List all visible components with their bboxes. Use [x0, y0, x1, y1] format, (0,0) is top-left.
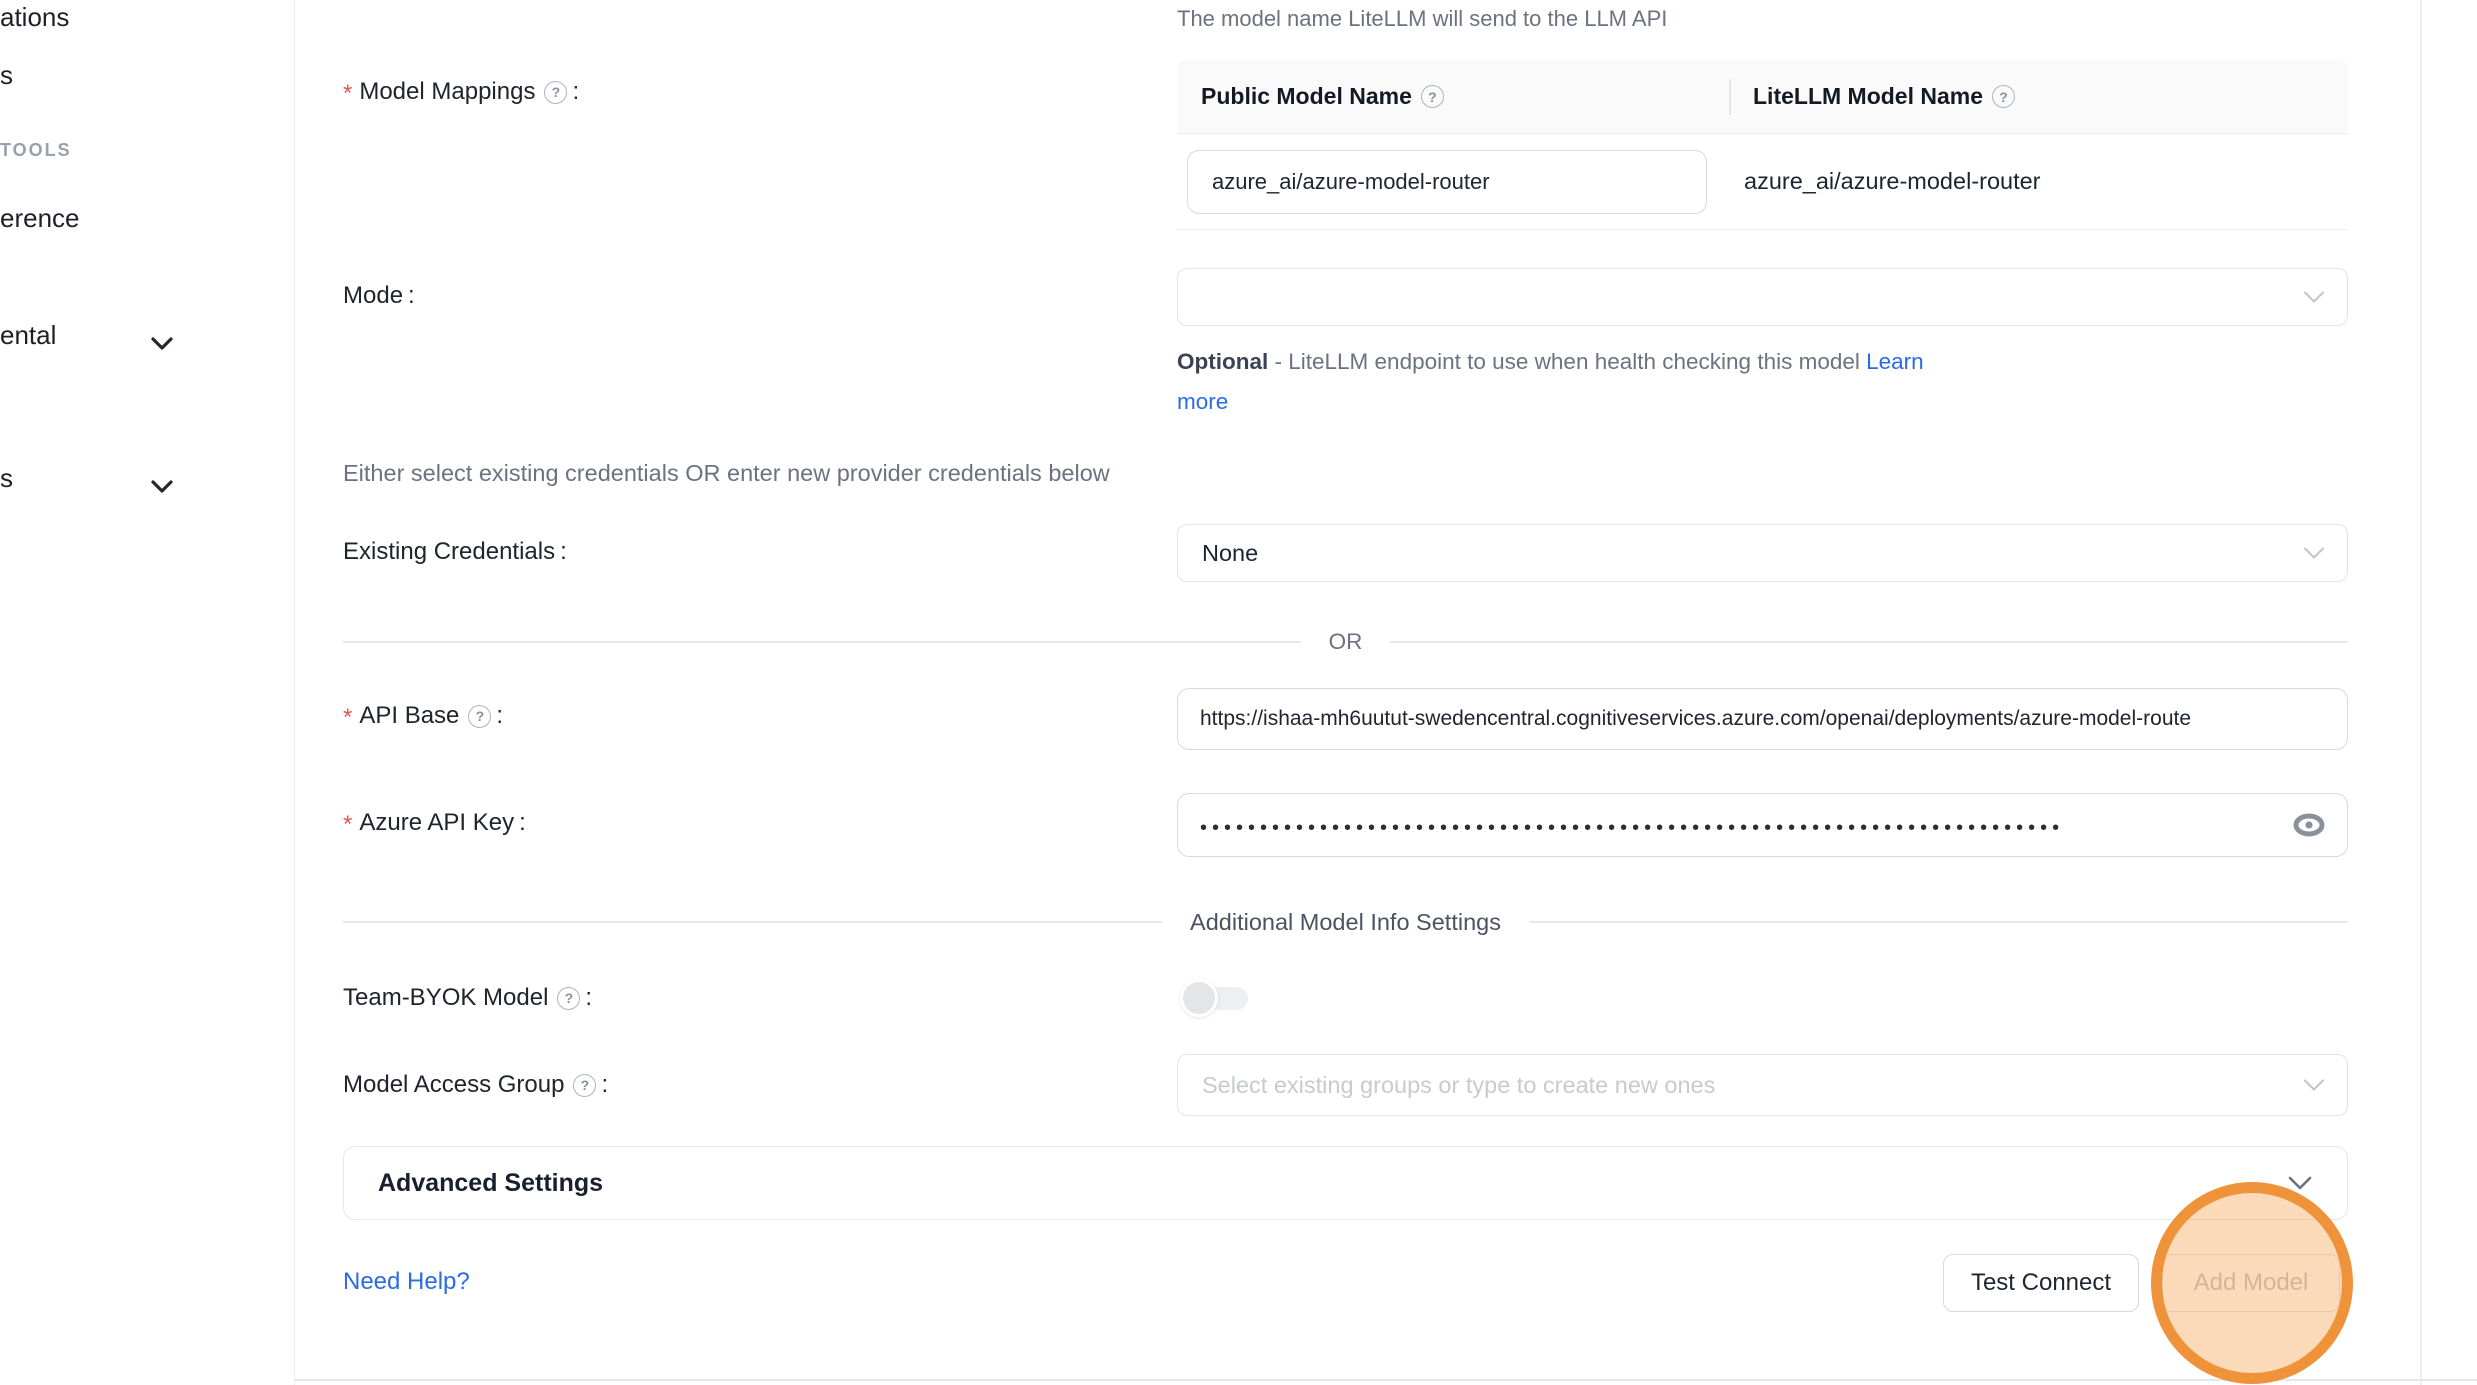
or-divider: OR [343, 622, 2348, 662]
litellm-model-name-header: LiteLLM Model Name ? [1729, 60, 2348, 133]
help-circle-icon[interactable]: ? [573, 1074, 596, 1097]
sidebar-item-4[interactable]: ental [0, 320, 56, 351]
panel-bottom-border [295, 1379, 2477, 1381]
public-model-name-header: Public Model Name ? [1177, 60, 1729, 133]
model-access-group-label: Model Access Group ? : [343, 1071, 608, 1099]
sidebar: ations s TOOLS erence ental s [0, 0, 295, 1385]
sidebar-item-label: ations [0, 2, 69, 32]
advanced-settings-panel[interactable]: Advanced Settings [343, 1146, 2348, 1220]
api-base-label: * API Base ? : [343, 702, 503, 730]
sidebar-item-5[interactable]: s [0, 463, 13, 494]
mode-help-text: Optional - LiteLLM endpoint to use when … [1177, 342, 1977, 422]
sidebar-item-1[interactable]: s [0, 60, 13, 91]
litellm-model-name-value: azure_ai/azure-model-router [1744, 168, 2041, 195]
column-divider [1729, 79, 1731, 115]
sidebar-item-0[interactable]: ations [0, 2, 69, 33]
required-asterisk: * [343, 80, 352, 108]
azure-api-key-label: * Azure API Key : [343, 809, 526, 837]
model-mappings-table: Public Model Name ? LiteLLM Model Name ?… [1177, 60, 2348, 230]
toggle-knob [1180, 979, 1218, 1017]
sidebar-section-tools: TOOLS [0, 140, 72, 161]
required-asterisk: * [343, 704, 352, 732]
add-model-button[interactable]: Add Model [2162, 1254, 2340, 1312]
required-asterisk: * [343, 811, 352, 839]
chevron-down-icon [2303, 1072, 2325, 1099]
credentials-note: Either select existing credentials OR en… [343, 460, 1110, 487]
sidebar-item-label: s [0, 463, 13, 493]
help-circle-icon[interactable]: ? [1992, 85, 2015, 108]
mode-label: Mode: [343, 282, 415, 310]
eye-icon[interactable] [2291, 812, 2327, 838]
chevron-down-icon [2287, 1175, 2313, 1191]
sidebar-item-label: erence [0, 203, 80, 233]
test-connect-button[interactable]: Test Connect [1943, 1254, 2139, 1312]
sidebar-item-label: ental [0, 320, 56, 350]
chevron-down-icon [2303, 540, 2325, 567]
model-access-group-select[interactable]: Select existing groups or type to create… [1177, 1054, 2348, 1116]
public-model-name-input[interactable] [1187, 150, 1707, 214]
help-circle-icon[interactable]: ? [557, 987, 580, 1010]
model-mappings-table-header: Public Model Name ? LiteLLM Model Name ? [1177, 60, 2348, 134]
advanced-settings-label: Advanced Settings [378, 1169, 603, 1198]
chevron-down-icon [150, 328, 174, 359]
model-access-group-placeholder: Select existing groups or type to create… [1202, 1072, 1715, 1099]
chevron-down-icon [150, 471, 174, 502]
help-circle-icon[interactable]: ? [1421, 85, 1444, 108]
mode-select[interactable] [1177, 268, 2348, 326]
existing-credentials-value: None [1202, 540, 1258, 567]
existing-credentials-label: Existing Credentials: [343, 538, 567, 566]
sidebar-item-3[interactable]: erence [0, 203, 80, 234]
help-circle-icon[interactable]: ? [468, 705, 491, 728]
azure-api-key-input[interactable]: ••••••••••••••••••••••••••••••••••••••••… [1177, 793, 2348, 857]
litellm-model-name-hint: The model name LiteLLM will send to the … [1177, 6, 1667, 32]
additional-info-divider: Additional Model Info Settings [343, 902, 2348, 942]
need-help-link[interactable]: Need Help? [343, 1268, 470, 1296]
model-mappings-row: azure_ai/azure-model-router [1177, 134, 2348, 230]
model-mappings-label: * Model Mappings ? : [343, 78, 579, 106]
help-circle-icon[interactable]: ? [544, 81, 567, 104]
team-byok-toggle[interactable] [1180, 979, 1250, 1017]
panel-right-border [2420, 0, 2422, 1385]
masked-password-dots: ••••••••••••••••••••••••••••••••••••••••… [1200, 817, 2260, 840]
add-model-page: ations s TOOLS erence ental s The model … [0, 0, 2477, 1385]
team-byok-label: Team-BYOK Model ? : [343, 984, 592, 1012]
chevron-down-icon [2303, 284, 2325, 311]
api-base-input[interactable] [1177, 688, 2348, 750]
existing-credentials-select[interactable]: None [1177, 524, 2348, 582]
sidebar-item-label: s [0, 60, 13, 90]
